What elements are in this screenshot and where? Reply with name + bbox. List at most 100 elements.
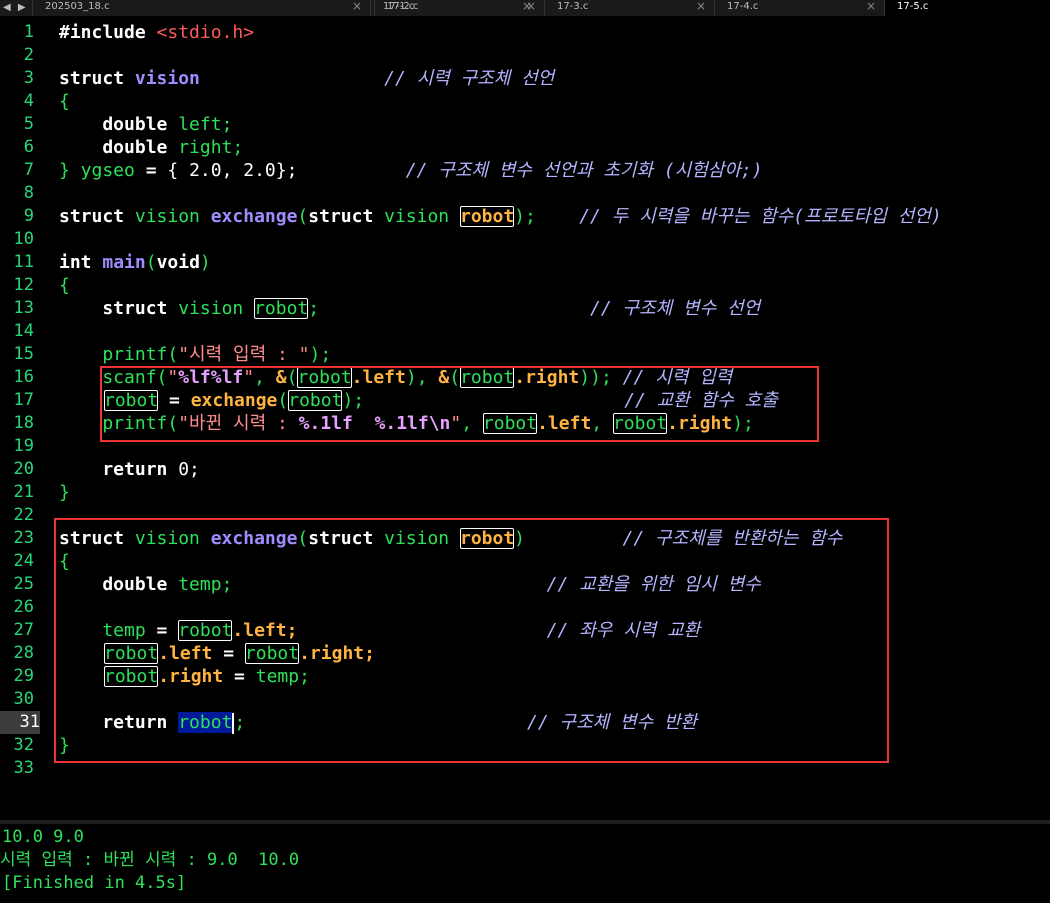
tab-label: 17-3.c <box>557 1 589 12</box>
line-number: 7 <box>23 160 34 180</box>
code-line-12[interactable]: { <box>59 274 70 297</box>
brace: { <box>59 91 70 112</box>
line-number: 4 <box>23 91 34 111</box>
tab-bar: ◀ ▶ 202503_18.c × 17-1.c × 17-2.c × 17-3… <box>0 0 1050 16</box>
variable-highlight: robot <box>254 298 309 319</box>
line-number: 19 <box>13 436 34 456</box>
line-number: 30 <box>13 689 34 709</box>
paren: ); <box>514 206 536 227</box>
close-icon[interactable]: × <box>352 0 362 13</box>
punct: ; <box>308 298 320 319</box>
number: 0; <box>178 459 200 480</box>
line-number: 5 <box>23 114 34 134</box>
code-line-20[interactable]: return 0; <box>59 458 200 481</box>
paren: ( <box>145 252 157 273</box>
preprocessor-directive: #include <box>59 22 157 43</box>
close-icon[interactable]: × <box>866 0 876 13</box>
param-highlight: robot <box>459 206 515 227</box>
line-number: 29 <box>13 666 34 686</box>
comment: // 구조체 변수 선언 <box>319 298 761 319</box>
operator: = <box>145 160 168 181</box>
code-line-3[interactable]: struct vision // 시력 구조체 선언 <box>59 67 554 90</box>
paren: ( <box>167 344 179 365</box>
line-number: 15 <box>13 344 34 364</box>
line-number: 32 <box>13 735 34 755</box>
line-number: 6 <box>23 137 34 157</box>
output-line: [Finished in 4.5s] <box>2 873 187 893</box>
line-number: 3 <box>23 68 34 88</box>
code-line-7[interactable]: } ygseo = { 2.0, 2.0}; // 구조체 변수 선언과 초기화… <box>59 159 763 182</box>
tab-nav-arrows-icon[interactable]: ◀ ▶ <box>0 0 31 16</box>
struct-name: vision <box>134 68 200 89</box>
code-line-1[interactable]: #include <stdio.h> <box>59 21 254 44</box>
keyword: double <box>59 114 179 135</box>
tab-label: 17-2.c <box>387 1 419 12</box>
close-icon[interactable]: × <box>696 0 706 13</box>
line-number: 27 <box>13 620 34 640</box>
paren: ) <box>199 252 211 273</box>
annotation-box-exchange-function <box>54 518 889 763</box>
code-line-13[interactable]: struct vision robot; // 구조체 변수 선언 <box>59 297 760 320</box>
paren: ); <box>309 344 332 365</box>
close-icon[interactable]: × <box>526 0 536 13</box>
line-number: 28 <box>13 643 34 663</box>
line-number: 24 <box>13 551 34 571</box>
output-panel-divider[interactable] <box>0 820 1050 824</box>
function-name: main <box>102 252 146 273</box>
line-number: 2 <box>23 45 34 65</box>
function-name: exchange <box>210 206 298 227</box>
line-number: 31 <box>0 711 40 734</box>
tab-label: 17-5.c <box>897 1 929 12</box>
line-number: 20 <box>13 459 34 479</box>
include-header: <stdio.h> <box>156 22 255 43</box>
output-line: 시력 입력 : 바뀐 시력 : 9.0 10.0 <box>0 850 300 870</box>
line-number: 21 <box>13 482 34 502</box>
tab-17-5[interactable]: 17-5.c <box>884 0 1050 16</box>
type: vision <box>178 298 255 319</box>
keyword: struct <box>59 206 135 227</box>
string-literal: "시력 입력 : " <box>178 344 310 365</box>
code-line-6[interactable]: double right; <box>59 136 243 159</box>
type: vision <box>134 206 211 227</box>
comment: // 시력 구조체 선언 <box>199 68 555 89</box>
tab-17-2[interactable]: 17-2.c × <box>374 0 544 16</box>
code-text: } ygseo <box>59 160 146 181</box>
line-number: 14 <box>13 321 34 341</box>
keyword: void <box>156 252 200 273</box>
comment: // 두 시력을 바꾸는 함수(프로토타입 선언) <box>535 206 942 227</box>
line-number: 11 <box>13 252 34 272</box>
member: right; <box>178 137 244 158</box>
line-number: 33 <box>13 758 34 778</box>
annotation-box-main-calls <box>100 366 819 442</box>
code-line-15[interactable]: printf("시력 입력 : "); <box>59 343 331 366</box>
tab-label: 17-4.c <box>727 1 759 12</box>
line-number: 1 <box>23 22 34 42</box>
brace: { <box>59 275 70 296</box>
line-number: 12 <box>13 275 34 295</box>
tab-202503-18[interactable]: 202503_18.c × <box>32 0 370 16</box>
keyword: struct <box>59 298 179 319</box>
line-number: 16 <box>13 367 34 387</box>
tab-17-3[interactable]: 17-3.c × <box>544 0 714 16</box>
code-line-9[interactable]: struct vision exchange(struct vision rob… <box>59 205 942 228</box>
line-number: 25 <box>13 574 34 594</box>
code-line-5[interactable]: double left; <box>59 113 232 136</box>
keyword: struct <box>59 68 135 89</box>
member: left; <box>178 114 233 135</box>
keyword: return <box>59 459 179 480</box>
line-number: 9 <box>23 206 34 226</box>
keyword: int <box>59 252 103 273</box>
code-line-4[interactable]: { <box>59 90 70 113</box>
line-number: 22 <box>13 505 34 525</box>
line-number: 26 <box>13 597 34 617</box>
keyword: double <box>59 137 179 158</box>
paren: ( <box>297 206 309 227</box>
tab-17-4[interactable]: 17-4.c × <box>714 0 884 16</box>
comment: // 구조체 변수 선언과 초기화 (시험삼아;) <box>297 160 763 181</box>
type: vision <box>384 206 460 227</box>
line-number: 18 <box>13 413 34 433</box>
line-number: 17 <box>13 390 34 410</box>
code-line-11[interactable]: int main(void) <box>59 251 211 274</box>
line-number: 10 <box>13 229 34 249</box>
code-line-21[interactable]: } <box>59 481 70 504</box>
